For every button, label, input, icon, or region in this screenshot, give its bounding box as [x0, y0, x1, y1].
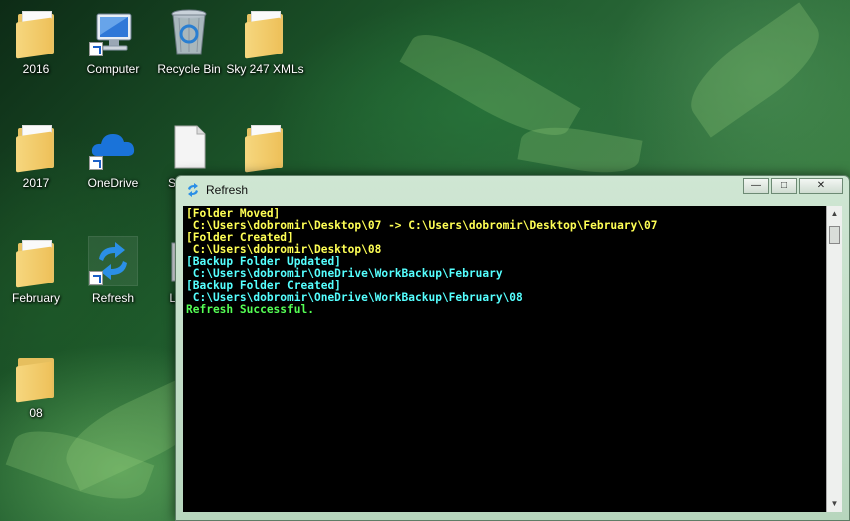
shortcut-arrow-icon: [89, 42, 103, 56]
desktop-icon-onedrive[interactable]: OneDrive: [77, 122, 149, 190]
desktop-icon-computer[interactable]: Computer: [77, 8, 149, 76]
wallpaper-leaf: [676, 2, 834, 138]
recycle-bin-icon: [165, 8, 213, 56]
console-output[interactable]: [Folder Moved] C:\Users\dobromir\Desktop…: [183, 206, 827, 512]
desktop-icon-08[interactable]: 08: [0, 352, 72, 420]
maximize-button[interactable]: □: [771, 178, 797, 194]
window-title: Refresh: [206, 183, 249, 197]
minimize-button[interactable]: —: [743, 178, 769, 194]
refresh-arrows-icon: [188, 183, 198, 197]
scroll-thumb[interactable]: [829, 226, 840, 244]
window-titlebar[interactable]: Refresh — □ ✕: [176, 176, 849, 204]
desktop-icon-folder-hidden[interactable]: [229, 122, 301, 173]
console-line: Refresh Successful.: [186, 303, 314, 316]
scroll-down-arrow-icon[interactable]: ▼: [827, 496, 842, 512]
folder-icon: [241, 8, 289, 59]
desktop-icon-label: Recycle Bin: [157, 62, 221, 76]
desktop-icon-refresh[interactable]: Refresh: [77, 236, 149, 305]
computer-icon: [89, 8, 137, 56]
close-button[interactable]: ✕: [799, 178, 843, 194]
desktop-icon-label: Refresh: [91, 291, 135, 305]
folder-icon: [12, 8, 60, 59]
desktop-icon-2016[interactable]: 2016: [0, 8, 72, 76]
shortcut-arrow-icon: [89, 271, 103, 285]
scroll-up-arrow-icon[interactable]: ▲: [827, 206, 842, 222]
desktop-icon-label: 08: [29, 406, 43, 420]
desktop-icon-label: Sky 247 XMLs: [226, 62, 304, 76]
console-window[interactable]: Refresh — □ ✕ [Folder Moved] C:\Users\do…: [175, 175, 850, 521]
desktop-icon-2017[interactable]: 2017: [0, 122, 72, 190]
desktop-icon-label: 2016: [22, 62, 50, 76]
document-icon: [165, 122, 213, 170]
folder-icon: [241, 122, 289, 173]
onedrive-cloud-icon: [89, 122, 137, 170]
vertical-scrollbar[interactable]: ▲ ▼: [826, 206, 842, 512]
desktop-icon-label: Computer: [86, 62, 140, 76]
folder-icon: [12, 237, 60, 288]
desktop-icon-recycle-bin[interactable]: Recycle Bin: [153, 8, 225, 76]
desktop-icon-sky-247-xmls[interactable]: Sky 247 XMLs: [226, 8, 304, 76]
refresh-arrows-icon: [88, 236, 138, 286]
wallpaper-leaf: [517, 119, 643, 181]
folder-icon: [12, 352, 60, 403]
desktop-icon-label: 2017: [22, 176, 50, 190]
folder-icon: [12, 122, 60, 173]
shortcut-arrow-icon: [89, 156, 103, 170]
desktop-icon-label: February: [11, 291, 61, 305]
desktop-icon-february[interactable]: February: [0, 237, 72, 305]
desktop-icon-label: OneDrive: [87, 176, 139, 190]
